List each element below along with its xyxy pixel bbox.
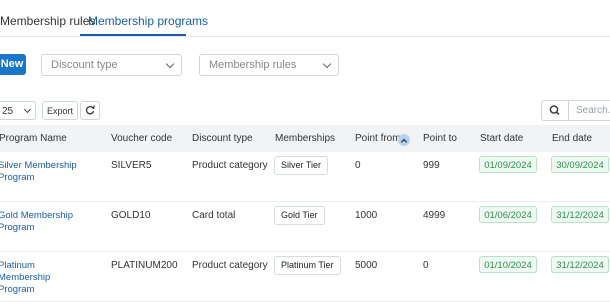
column-header-discount-type[interactable]: Discount type [192,133,253,144]
start-date-badge: 01/09/2024 [479,156,537,173]
point-to: 4999 [423,210,446,221]
voucher-code: GOLD10 [111,210,151,221]
chevron-down-icon [322,59,332,69]
program-name-link[interactable]: Silver Membership Program [0,160,88,184]
voucher-code: PLATINUM200 [111,260,178,271]
chevron-down-icon [165,59,175,69]
search-button[interactable] [541,100,569,121]
chevron-down-icon [23,105,32,114]
column-header-memberships[interactable]: Memberships [275,133,335,144]
point-to: 999 [423,160,440,171]
column-header-point-to[interactable]: Point to [423,133,457,144]
table-row: Silver Membership Program SILVER5 Produc… [0,152,610,202]
point-to: 0 [423,260,429,271]
program-name-link[interactable]: Gold Membership Program [0,210,88,234]
point-from: 0 [355,160,361,171]
membership-tier-badge: Gold Tier [274,206,325,225]
point-from: 5000 [355,260,378,271]
membership-rules-placeholder: Membership rules [209,59,297,71]
column-header-start-date[interactable]: Start date [480,133,523,144]
discount-type-placeholder: Discount type [51,59,118,71]
start-date-badge: 01/10/2024 [479,256,537,273]
program-name-link[interactable]: Platinum Membership Program [0,260,88,296]
export-button[interactable]: Export [42,101,78,120]
end-date-badge: 31/12/2024 [551,256,609,273]
table-row: Platinum Membership Program PLATINUM200 … [0,252,610,302]
start-date-badge: 01/06/2024 [479,206,537,223]
table-header: Program Name Voucher code Discount type … [0,125,610,152]
column-header-point-from[interactable]: Point from [355,133,401,144]
tab-membership-rules[interactable]: Membership rules [0,14,95,28]
end-date-badge: 31/12/2024 [551,206,609,223]
search-input[interactable] [568,100,610,121]
search-icon [549,105,560,116]
end-date-badge: 30/09/2024 [551,156,609,173]
discount-type-select[interactable]: Discount type [41,54,182,76]
tab-membership-programs[interactable]: Membership programs [88,14,208,28]
voucher-code: SILVER5 [111,160,152,171]
column-header-program-name[interactable]: Program Name [0,133,67,144]
membership-tier-badge: Platinum Tier [274,256,341,275]
column-header-end-date[interactable]: End date [552,133,592,144]
point-from: 1000 [355,210,378,221]
column-header-voucher-code[interactable]: Voucher code [111,133,172,144]
active-tab-indicator [80,34,186,36]
tab-bar: Membership rules Membership programs [0,0,610,37]
refresh-icon [85,105,95,115]
discount-type: Card total [192,210,236,221]
discount-type: Product category [192,160,268,171]
new-button[interactable]: New [0,54,26,75]
discount-type: Product category [192,260,268,271]
table-row: Gold Membership Program GOLD10 Card tota… [0,202,610,252]
page-size-select[interactable]: 25 [0,101,36,120]
membership-tier-badge: Silver Tier [274,156,329,175]
page-size-value: 25 [2,106,14,117]
membership-rules-select[interactable]: Membership rules [199,54,339,76]
sort-ascending-icon[interactable] [398,134,410,146]
refresh-button[interactable] [80,101,100,120]
